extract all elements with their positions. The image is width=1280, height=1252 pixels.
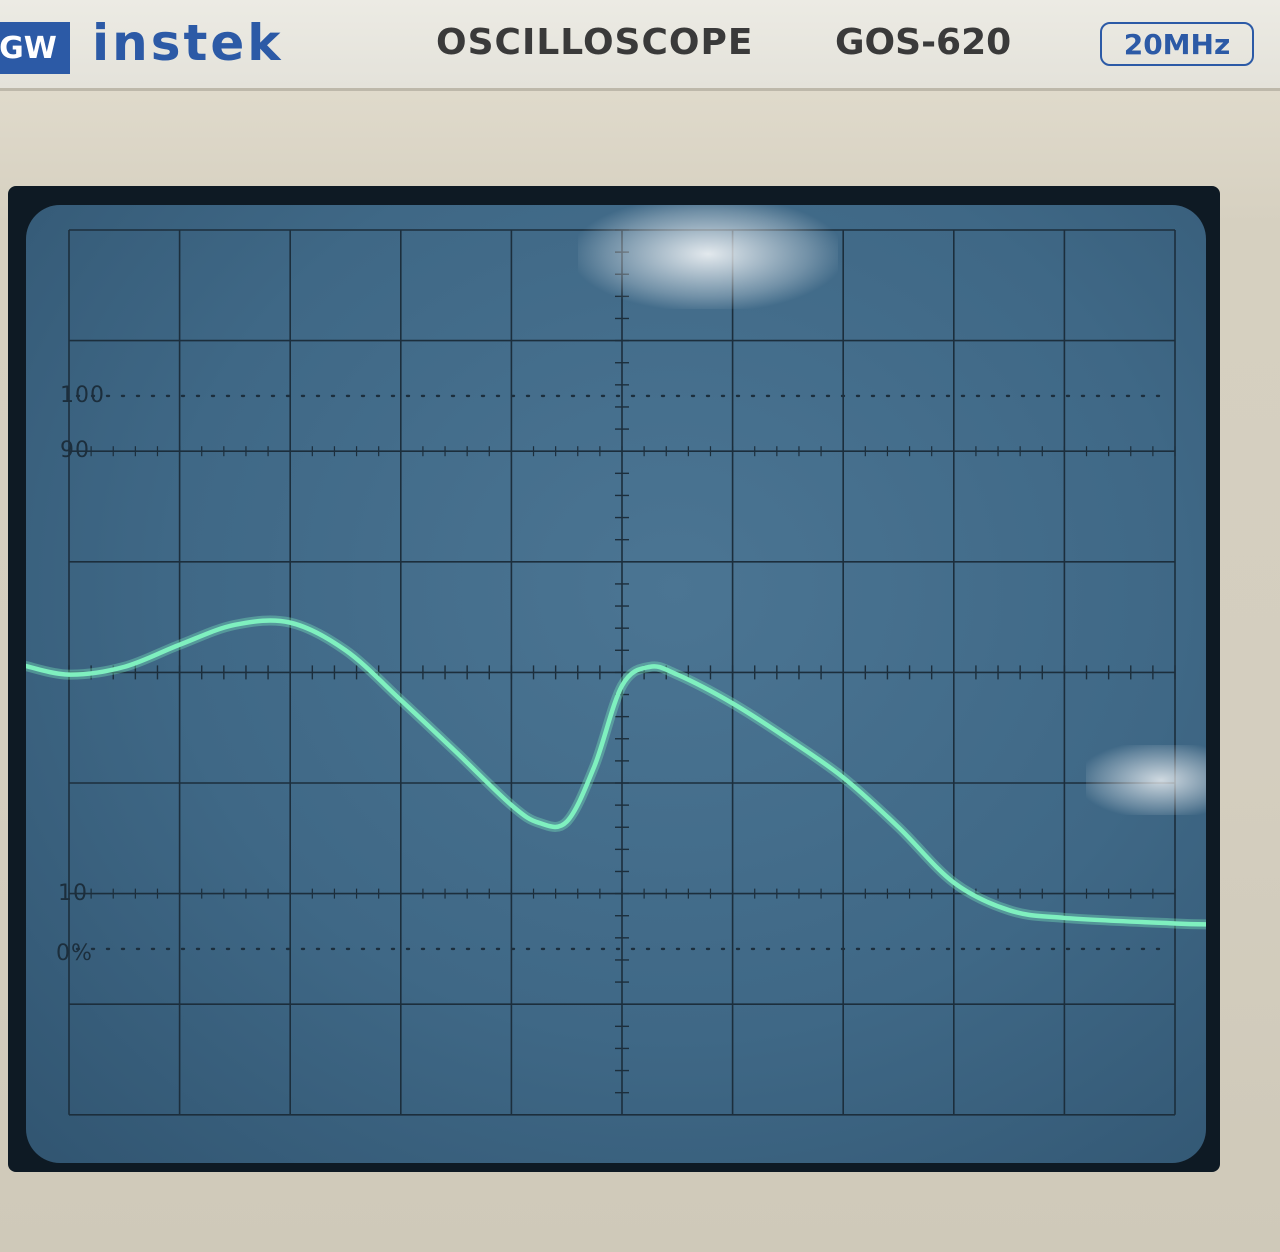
screen-glare-small bbox=[1086, 745, 1206, 815]
model-number-label: GOS-620 bbox=[835, 22, 1012, 63]
screen-glare bbox=[578, 205, 838, 309]
bandwidth-badge: 20MHz bbox=[1100, 22, 1254, 66]
graticule bbox=[26, 229, 1206, 1116]
gw-logo: GW bbox=[0, 22, 70, 74]
oscilloscope-photo: GW instek OSCILLOSCOPE GOS-620 20MHz 100… bbox=[0, 0, 1280, 1252]
trace-glow bbox=[26, 615, 1206, 930]
scale-label-90: 90 bbox=[60, 438, 90, 463]
crt-screen: 100 90 10 0% bbox=[26, 205, 1206, 1163]
product-type-label: OSCILLOSCOPE bbox=[436, 22, 754, 63]
brand-strip: GW instek OSCILLOSCOPE GOS-620 20MHz bbox=[0, 0, 1280, 91]
scale-label-0-percent: 0% bbox=[56, 941, 93, 966]
brand-name: instek bbox=[92, 14, 284, 72]
signal-trace bbox=[26, 618, 1206, 927]
scale-label-100: 100 bbox=[60, 383, 105, 408]
scale-label-10: 10 bbox=[58, 881, 88, 906]
